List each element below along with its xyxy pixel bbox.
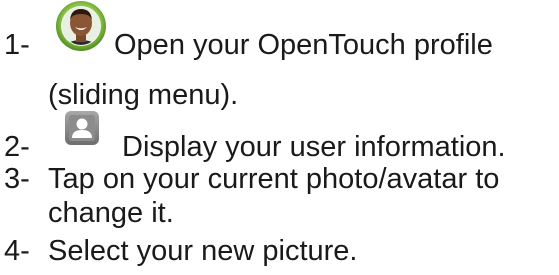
step-3-continuation: change it. bbox=[48, 197, 174, 229]
step-text: Select your new picture. bbox=[48, 235, 358, 267]
step-1-continuation: (sliding menu). bbox=[48, 79, 239, 111]
contact-card-icon bbox=[64, 110, 100, 146]
step-text: Display your user information. bbox=[122, 131, 506, 163]
step-number: 3- bbox=[4, 163, 30, 195]
step-number: 2- bbox=[4, 131, 30, 163]
step-number: 1- bbox=[4, 29, 30, 61]
step-text: Open your OpenTouch profile bbox=[114, 29, 493, 61]
user-photo-avatar-icon bbox=[55, 0, 107, 54]
step-number: 4- bbox=[4, 235, 30, 267]
step-text: Tap on your current photo/avatar to bbox=[48, 163, 500, 195]
